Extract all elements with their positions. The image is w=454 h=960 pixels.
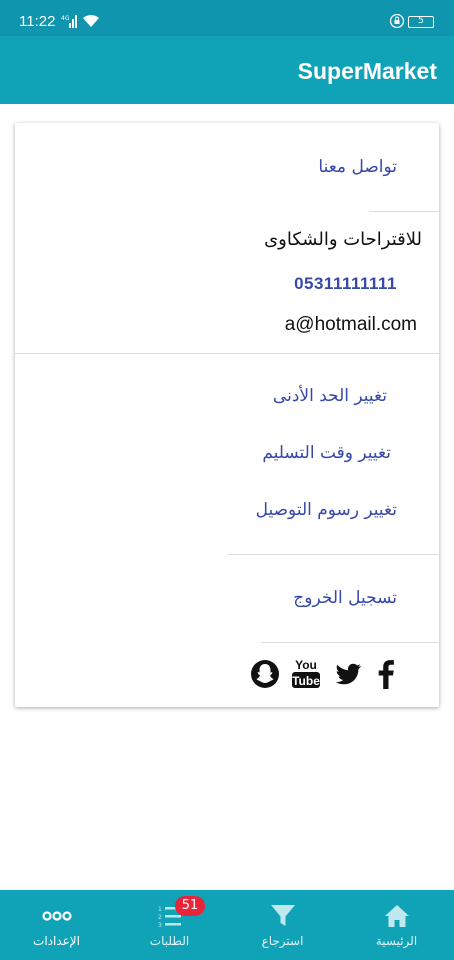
svg-text:1: 1 bbox=[158, 906, 162, 913]
nav-home[interactable]: الرئيسية bbox=[340, 890, 453, 960]
nav-settings[interactable]: الإعدادات bbox=[0, 890, 113, 960]
phone-number-link[interactable]: 05311111111 bbox=[294, 274, 397, 294]
logout-link[interactable]: تسجيل الخروج bbox=[293, 588, 397, 608]
app-bar: SuperMarket bbox=[0, 36, 454, 104]
more-dots-icon bbox=[41, 911, 72, 921]
facebook-icon[interactable] bbox=[375, 656, 397, 692]
svg-text:Tube: Tube bbox=[292, 674, 320, 688]
change-delivery-time-link[interactable]: تغيير وقت التسليم bbox=[262, 443, 391, 463]
app-title: SuperMarket bbox=[297, 58, 437, 84]
home-icon bbox=[384, 905, 409, 927]
snapchat-icon[interactable] bbox=[250, 656, 280, 692]
email-text: a@hotmail.com bbox=[284, 314, 417, 335]
svg-text:You: You bbox=[295, 658, 317, 672]
wifi-icon bbox=[83, 14, 99, 27]
lock-icon bbox=[390, 14, 404, 28]
status-time: 11:22 bbox=[19, 13, 56, 30]
signal-icon: 4G bbox=[61, 15, 77, 28]
status-bar: 11:22 4G 5 bbox=[0, 0, 454, 36]
settings-card: تواصل معنا للاقتراحات والشكاوى 053111111… bbox=[15, 123, 439, 707]
divider bbox=[15, 353, 439, 354]
youtube-icon[interactable]: You Tube bbox=[291, 656, 321, 692]
divider bbox=[228, 554, 439, 555]
change-minimum-link[interactable]: تغيير الحد الأدنى bbox=[273, 386, 387, 406]
battery-indicator: 5 bbox=[408, 16, 434, 28]
divider bbox=[261, 642, 439, 643]
nav-home-label: الرئيسية bbox=[375, 934, 418, 948]
svg-text:3: 3 bbox=[158, 922, 162, 928]
nav-returns[interactable]: استرجاع bbox=[226, 890, 339, 960]
filter-icon bbox=[270, 905, 295, 926]
nav-returns-label: استرجاع bbox=[261, 934, 304, 948]
contact-us-link[interactable]: تواصل معنا bbox=[318, 157, 397, 177]
nav-orders[interactable]: 1 2 3 51 الطلبات bbox=[113, 890, 226, 960]
nav-orders-label: الطلبات bbox=[149, 934, 190, 948]
bottom-navigation: الإعدادات 1 2 3 51 الطلبات استرجاع الرئي… bbox=[0, 890, 454, 960]
divider bbox=[369, 211, 439, 212]
change-delivery-fee-link[interactable]: تغيير رسوم التوصيل bbox=[256, 500, 397, 520]
nav-settings-label: الإعدادات bbox=[33, 934, 80, 948]
twitter-icon[interactable] bbox=[333, 656, 363, 692]
suggestions-label: للاقتراحات والشكاوى bbox=[264, 229, 422, 250]
svg-text:2: 2 bbox=[158, 914, 162, 921]
orders-count-badge: 51 bbox=[175, 896, 205, 916]
svg-text:4G: 4G bbox=[61, 15, 70, 22]
